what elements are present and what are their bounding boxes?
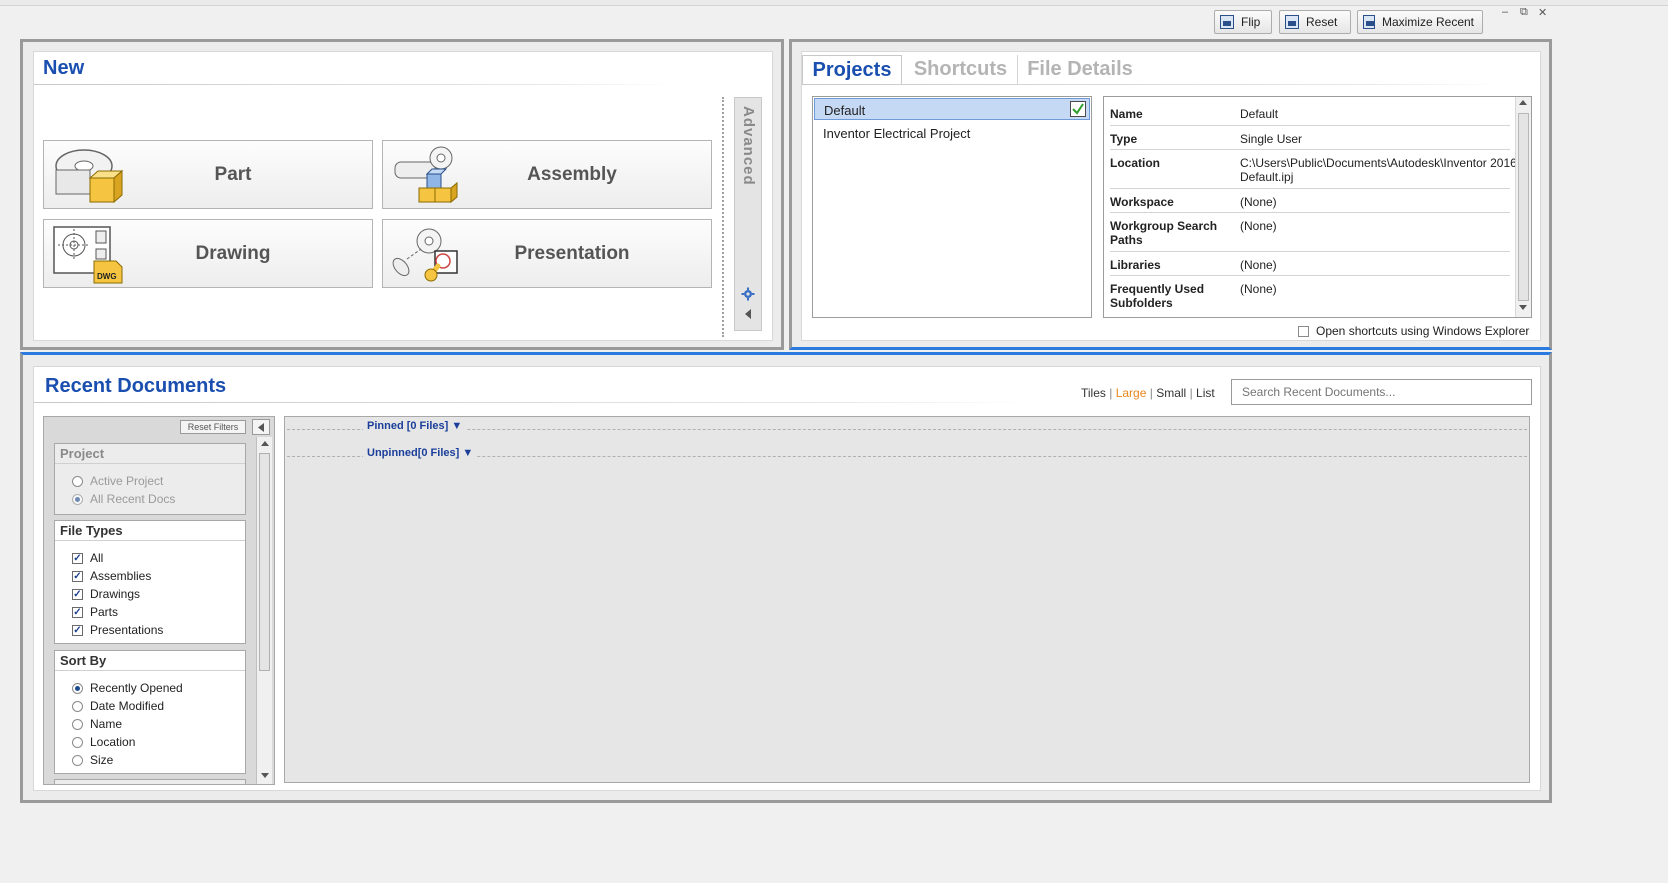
project-details-table: Name Default Type Single User Location C:\U… [1103,96,1532,318]
new-panel-title: New [43,57,85,79]
project-filter-group: Project Active Project All Recent Docs [54,443,246,515]
recent-documents-area: Pinned [0 Files] ▼ Unpinned[0 Files] ▼ [284,416,1530,783]
collapse-filters-button[interactable] [252,419,270,435]
assembly-icon [394,146,458,203]
maximize-recent-button[interactable]: Maximize Recent [1357,10,1483,34]
sort-date-modified[interactable]: Date Modified [72,699,164,713]
more-filter-group [54,779,246,784]
tabs-divider [802,84,1502,85]
scroll-up-icon[interactable] [1519,100,1527,105]
new-panel-body: New Part Assembly DWG Drawing Presentati… [33,51,773,341]
sort-size[interactable]: Size [72,753,113,767]
new-panel: New Part Assembly DWG Drawing Presentati… [20,39,784,350]
view-list[interactable]: List [1196,386,1215,400]
search-recent-input[interactable] [1231,379,1532,405]
file-types-group: File Types ✓ All ✓ Assemblies ✓ Drawings ✓ P… [54,520,246,644]
filter-active-project[interactable]: Active Project [72,474,163,488]
part-icon [55,148,124,203]
projects-panel-body: Projects Shortcuts File Details Default … [801,51,1541,341]
pinned-group-header[interactable]: Pinned [0 Files] ▼ [363,420,467,432]
advanced-divider [722,97,724,337]
project-list[interactable]: Default Inventor Electrical Project [812,96,1092,318]
sort-by-group: Sort By Recently Opened Date Modified Na… [54,650,246,774]
sort-recently-opened[interactable]: Recently Opened [72,681,183,695]
view-small[interactable]: Small [1156,386,1186,400]
filetype-all[interactable]: ✓ All [72,551,103,565]
gear-icon[interactable] [741,287,755,301]
filter-scroll-down-icon[interactable] [261,773,269,778]
restore-icon[interactable]: ⧉ [1520,6,1528,19]
minimize-icon[interactable]: – [1502,6,1508,18]
details-scrollbar[interactable] [1515,97,1531,317]
active-project-check-icon [1070,101,1086,117]
project-item-default[interactable]: Default [814,98,1090,120]
collapse-left-icon[interactable] [743,308,753,320]
new-drawing-button[interactable]: DWG Drawing [43,219,373,288]
filter-sidebar: Reset Filters Project Active Project All… [43,416,275,785]
window-title-strip [0,0,1668,6]
close-icon[interactable]: ✕ [1538,6,1547,19]
sort-location[interactable]: Location [72,735,135,749]
open-shortcuts-checkbox[interactable] [1298,325,1309,337]
drawing-icon: DWG [53,225,123,283]
dwg-badge: DWG [97,272,117,281]
filter-scrollbar[interactable] [256,437,272,784]
new-presentation-button[interactable]: Presentation [382,219,712,288]
tab-file-details[interactable]: File Details [1020,55,1140,84]
chevron-left-icon [258,423,264,432]
tab-projects[interactable]: Projects [802,55,902,84]
sort-name[interactable]: Name [72,717,122,731]
filetype-parts[interactable]: ✓ Parts [72,605,118,619]
new-assembly-button[interactable]: Assembly [382,140,712,209]
filetype-presentations[interactable]: ✓ Presentations [72,623,163,637]
advanced-label: Advanced [740,106,757,186]
projects-panel: Projects Shortcuts File Details Default … [789,39,1552,350]
reset-button[interactable]: Reset [1279,10,1351,34]
recent-panel-title: Recent Documents [45,375,227,397]
unpinned-group-header[interactable]: Unpinned[0 Files] ▼ [363,447,478,459]
filetype-drawings[interactable]: ✓ Drawings [72,587,140,601]
scroll-down-icon[interactable] [1519,305,1527,310]
filter-all-recent-docs[interactable]: All Recent Docs [72,492,175,506]
new-part-button[interactable]: Part [43,140,373,209]
flip-button[interactable]: Flip [1214,10,1272,34]
open-shortcuts-option[interactable]: Open shortcuts using Windows Explorer [1298,324,1529,338]
view-large[interactable]: Large [1116,386,1147,400]
tab-shortcuts[interactable]: Shortcuts [904,55,1018,84]
reset-filters-button[interactable]: Reset Filters [180,420,246,434]
filter-scroll-up-icon[interactable] [261,441,269,446]
view-switcher: Tiles | Large | Small | List [1081,386,1215,400]
view-tiles[interactable]: Tiles [1081,386,1106,400]
filetype-assemblies[interactable]: ✓ Assemblies [72,569,151,583]
recent-documents-panel: Recent Documents Tiles | Large | Small |… [20,352,1552,803]
recent-title-divider [34,402,1034,403]
recent-panel-body: Recent Documents Tiles | Large | Small |… [33,366,1541,791]
details-scroll-thumb[interactable] [1518,113,1529,301]
filter-scroll-thumb[interactable] [259,453,270,671]
flip-icon [1220,15,1234,29]
presentation-icon [392,228,458,281]
project-item-electrical[interactable]: Inventor Electrical Project [814,122,1090,144]
advanced-tab[interactable]: Advanced [734,97,762,331]
maximize-icon [1363,15,1375,29]
reset-icon [1285,15,1299,29]
title-divider [34,84,674,85]
